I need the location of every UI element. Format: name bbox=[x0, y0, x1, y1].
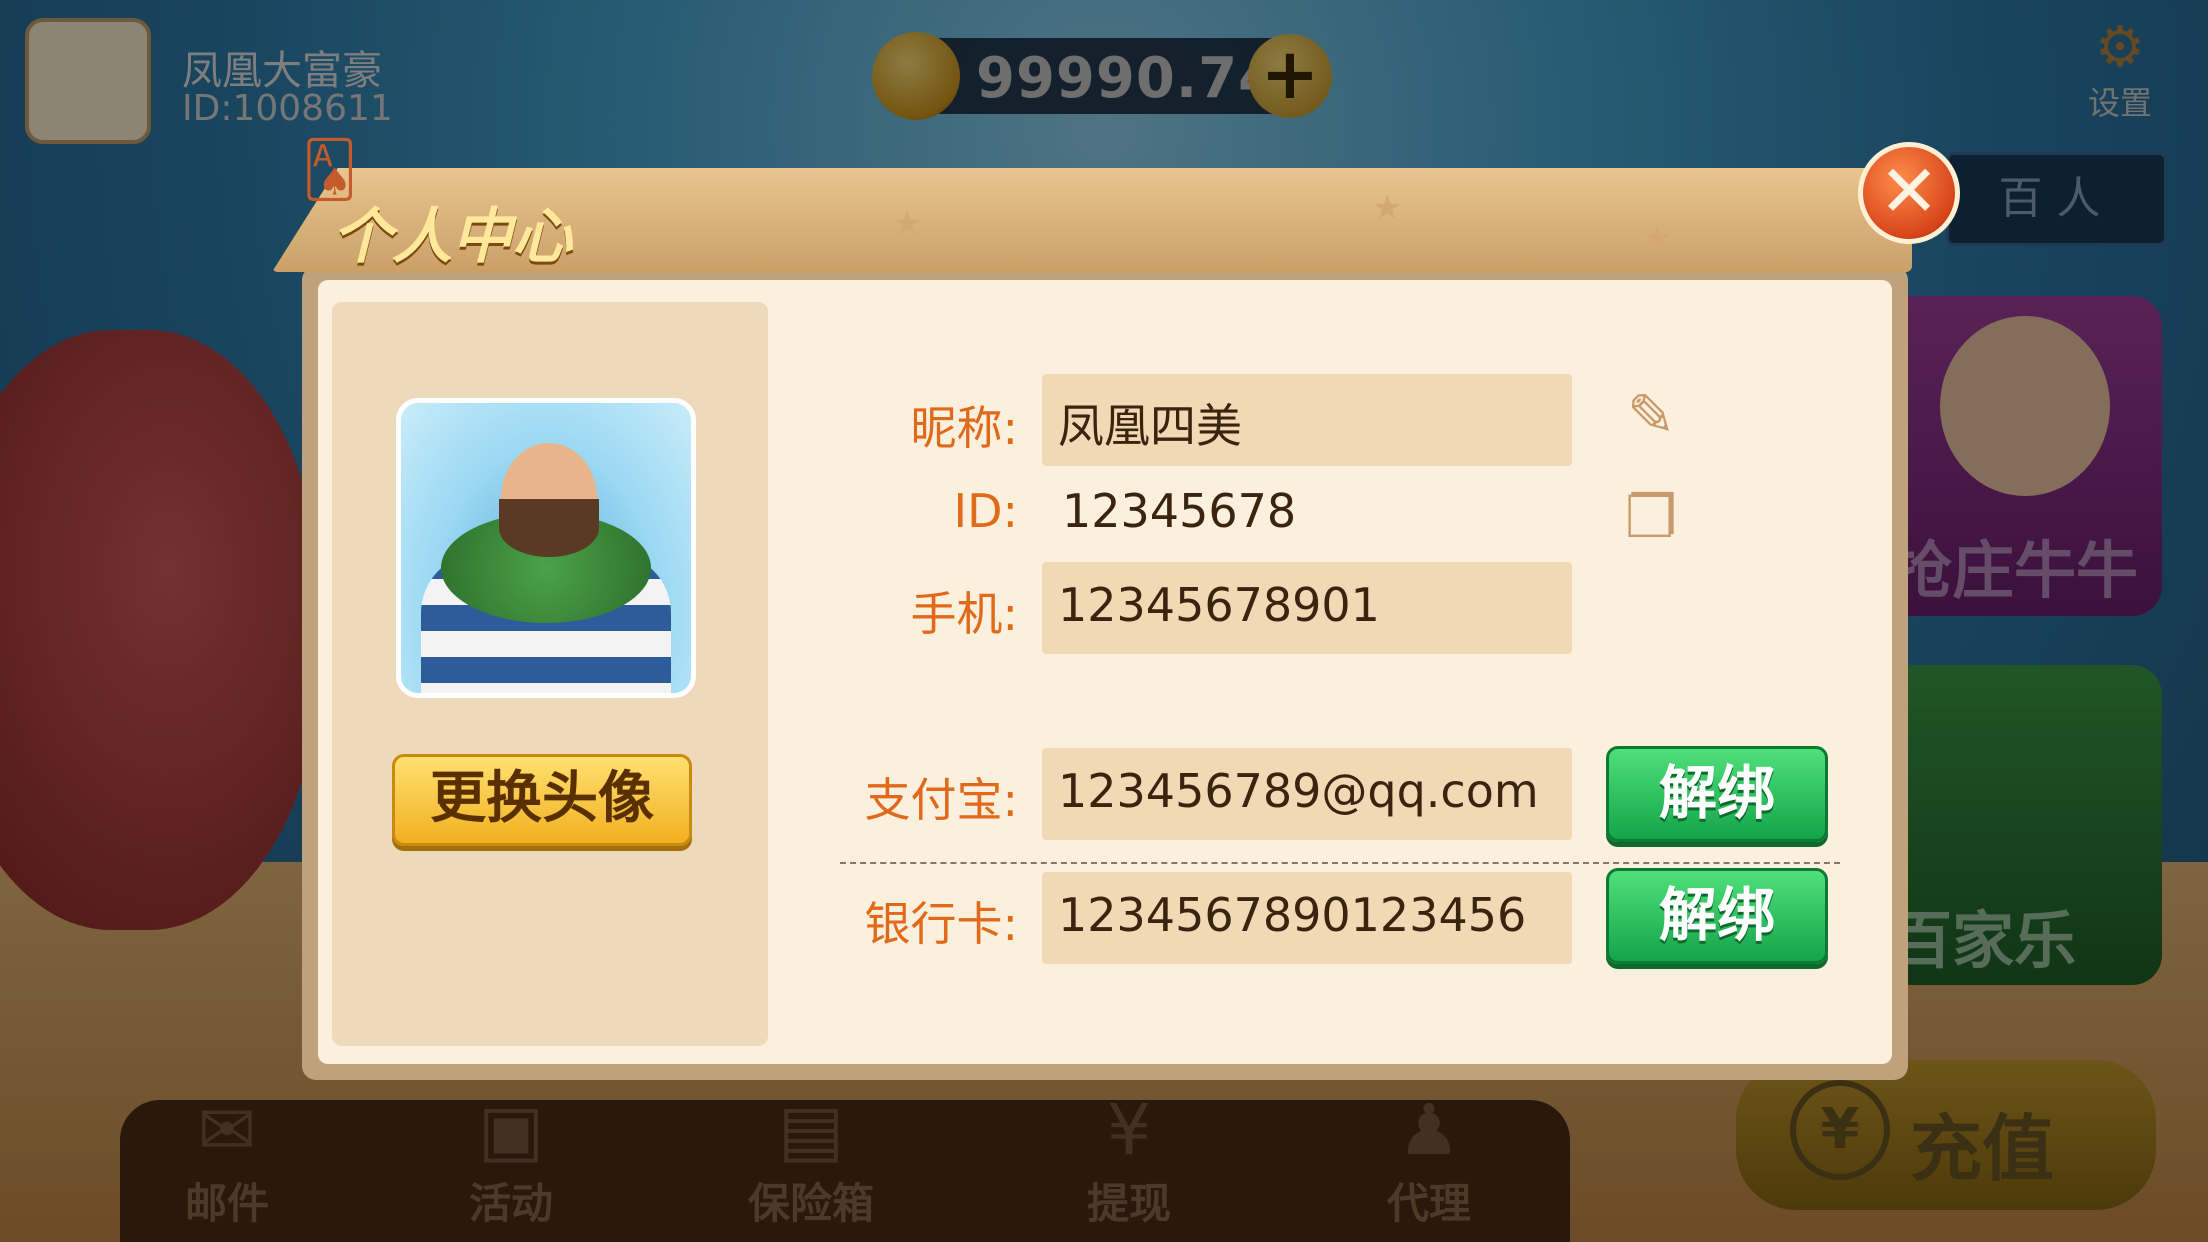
nickname-value: 凤凰四美 bbox=[1058, 399, 1242, 453]
bank-card-label: 银行卡: bbox=[864, 897, 1019, 951]
profile-dialog: ★ ★ ★ 🂡 个人中心 ✕ 更换头像 昵称: 凤凰四美 ✎ ID: 12345… bbox=[272, 138, 1960, 1080]
id-value: 12345678 bbox=[1062, 484, 1297, 538]
bank-card-value: 1234567890123456 bbox=[1058, 888, 1527, 942]
avatar-beard bbox=[499, 499, 599, 557]
phone-label: 手机: bbox=[910, 587, 1019, 641]
starfish-icon: ★ bbox=[1642, 218, 1673, 258]
alipay-value: 123456789@qq.com bbox=[1058, 764, 1539, 818]
dialog-title: 个人中心 bbox=[332, 202, 572, 272]
avatar-panel: 更换头像 bbox=[332, 302, 768, 1046]
edit-nickname-icon[interactable]: ✎ bbox=[1622, 386, 1680, 444]
change-avatar-button[interactable]: 更换头像 bbox=[392, 754, 692, 846]
dialog-body: 更换头像 昵称: 凤凰四美 ✎ ID: 12345678 ❐ 手机: 12345… bbox=[318, 280, 1892, 1064]
unbind-alipay-button[interactable]: 解绑 bbox=[1606, 746, 1828, 842]
phone-value: 12345678901 bbox=[1058, 578, 1380, 632]
unbind-bank-card-button[interactable]: 解绑 bbox=[1606, 868, 1828, 964]
profile-avatar bbox=[396, 398, 696, 698]
section-divider bbox=[840, 862, 1840, 864]
nickname-label: 昵称: bbox=[910, 401, 1019, 455]
starfish-icon: ★ bbox=[892, 204, 923, 244]
close-button[interactable]: ✕ bbox=[1858, 142, 1960, 244]
id-label: ID: bbox=[953, 484, 1019, 538]
starfish-icon: ★ bbox=[1372, 188, 1403, 228]
copy-id-icon[interactable]: ❐ bbox=[1622, 488, 1680, 546]
alipay-label: 支付宝: bbox=[864, 773, 1019, 827]
